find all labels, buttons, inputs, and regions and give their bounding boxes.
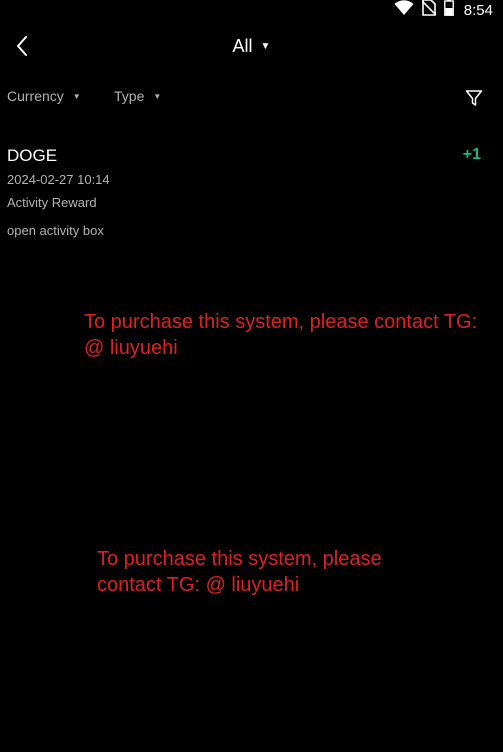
watermark-text: To purchase this system, please contact … (84, 311, 478, 359)
record-note: open activity box (7, 223, 104, 238)
wifi-icon (394, 0, 414, 21)
watermark-text: To purchase this system, please contact … (97, 548, 382, 596)
page-title: All (232, 36, 253, 56)
type-filter-label: Type (114, 88, 145, 104)
title-dropdown[interactable]: All ▼ (0, 36, 503, 57)
status-bar: 8:54 (0, 0, 503, 20)
no-sim-icon (421, 0, 437, 21)
record-currency: DOGE (7, 146, 58, 165)
header: All ▼ (0, 28, 503, 68)
filter-bar: Currency ▼ Type ▼ (0, 88, 503, 112)
caret-down-icon: ▼ (153, 91, 162, 101)
record-type: Activity Reward (7, 195, 97, 210)
caret-down-icon: ▼ (72, 91, 81, 101)
record-time: 2024-02-27 10:14 (7, 172, 110, 187)
funnel-icon (465, 90, 483, 111)
currency-filter[interactable]: Currency ▼ (7, 88, 81, 104)
list-item[interactable]: DOGE +1 2024-02-27 10:14 Activity Reward… (0, 143, 503, 243)
currency-filter-label: Currency (7, 88, 64, 104)
status-time: 8:54 (463, 1, 493, 19)
filter-button[interactable] (465, 89, 483, 107)
battery-icon (443, 0, 454, 21)
type-filter[interactable]: Type ▼ (114, 88, 161, 104)
record-amount: +1 (462, 146, 481, 163)
status-icons: 8:54 (394, 0, 493, 21)
caret-down-icon: ▼ (260, 41, 271, 52)
